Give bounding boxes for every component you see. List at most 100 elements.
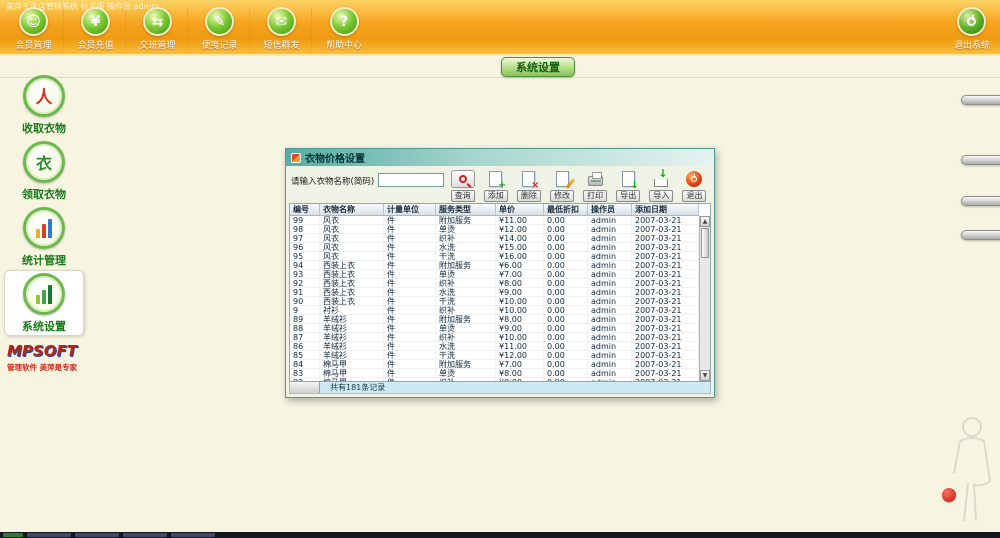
cell-add-date: 2007-03-21 <box>632 342 699 350</box>
vertical-scrollbar[interactable]: ▲ ▼ <box>699 216 710 381</box>
table-row[interactable]: 89 羊绒衫 件 附加服务 ¥8.00 0.00 admin 2007-03-2… <box>290 315 699 324</box>
taskbar[interactable] <box>0 532 1000 538</box>
cell-operator: admin <box>588 297 632 305</box>
cell-price: ¥10.00 <box>496 333 544 341</box>
cell-unit: 件 <box>384 378 436 381</box>
table-row[interactable]: 98 风衣 件 单烫 ¥12.00 0.00 admin 2007-03-21 <box>290 225 699 234</box>
stats-chart-icon <box>23 207 65 249</box>
cell-operator: admin <box>588 243 632 251</box>
column-header[interactable]: 服务类型 <box>436 204 496 215</box>
table-row[interactable]: 85 羊绒衫 件 干洗 ¥12.00 0.00 admin 2007-03-21 <box>290 351 699 360</box>
table-row[interactable]: 82 棉马甲 件 织补 ¥9.00 0.00 admin 2007-03-21 <box>290 378 699 381</box>
cell-clothing-name: 羊绒衫 <box>320 315 384 323</box>
table-row[interactable]: 95 风衣 件 干洗 ¥16.00 0.00 admin 2007-03-21 <box>290 252 699 261</box>
button-label: 修改 <box>550 190 574 202</box>
column-header[interactable]: 操作员 <box>588 204 632 215</box>
binder-ring <box>961 95 1000 105</box>
cell-service-type: 单烫 <box>436 270 496 278</box>
column-header[interactable]: 单价 <box>496 204 544 215</box>
cell-clothing-name: 衬衫 <box>320 306 384 314</box>
brand-logo: MPSOFT 管理软件 美萍是专家 <box>7 342 91 373</box>
table-row[interactable]: 84 棉马甲 件 附加服务 ¥7.00 0.00 admin 2007-03-2… <box>290 360 699 369</box>
cell-operator: admin <box>588 324 632 332</box>
cell-clothing-name: 风衣 <box>320 252 384 260</box>
exit-system-button[interactable]: 退出系统 <box>954 7 990 51</box>
cell-operator: admin <box>588 252 632 260</box>
column-header[interactable]: 计量单位 <box>384 204 436 215</box>
table-row[interactable]: 96 风衣 件 水洗 ¥15.00 0.00 admin 2007-03-21 <box>290 243 699 252</box>
sidebar-item-collect-clothes[interactable]: 衣 领取衣物 <box>4 138 84 204</box>
column-header[interactable]: 衣物名称 <box>320 204 384 215</box>
table-row[interactable]: 93 西装上衣 件 单烫 ¥7.00 0.00 admin 2007-03-21 <box>290 270 699 279</box>
cell-clothing-name: 羊绒衫 <box>320 351 384 359</box>
cell-price: ¥10.00 <box>496 297 544 305</box>
table-row[interactable]: 87 羊绒衫 件 织补 ¥10.00 0.00 admin 2007-03-21 <box>290 333 699 342</box>
print-button[interactable]: 打印 <box>581 170 610 202</box>
sidebar-item-receive-clothes[interactable]: 人 收取衣物 <box>4 72 84 138</box>
scroll-up-arrow-icon[interactable]: ▲ <box>700 216 710 227</box>
column-header[interactable]: 最低折扣 <box>544 204 588 215</box>
scroll-down-arrow-icon[interactable]: ▼ <box>700 370 710 381</box>
taskbar-item <box>171 533 215 537</box>
table-row[interactable]: 99 风衣 件 附加服务 ¥11.00 0.00 admin 2007-03-2… <box>290 216 699 225</box>
table-row[interactable]: 86 羊绒衫 件 水洗 ¥11.00 0.00 admin 2007-03-21 <box>290 342 699 351</box>
cell-min-discount: 0.00 <box>544 243 588 251</box>
cell-number: 9 <box>290 306 320 314</box>
cell-service-type: 附加服务 <box>436 216 496 224</box>
delete-button[interactable]: × 删除 <box>514 170 543 202</box>
dialog-titlebar[interactable]: 衣物价格设置 <box>286 149 714 166</box>
cell-price: ¥8.00 <box>496 315 544 323</box>
taskbar-item <box>3 533 23 537</box>
cell-unit: 件 <box>384 225 436 233</box>
search-input[interactable] <box>378 173 444 187</box>
toolbar-item-sms[interactable]: ✉ 短信群发 <box>258 7 312 51</box>
cell-service-type: 干洗 <box>436 297 496 305</box>
table-row[interactable]: 83 棉马甲 件 单烫 ¥8.00 0.00 admin 2007-03-21 <box>290 369 699 378</box>
column-header[interactable]: 编号 <box>290 204 320 215</box>
sidebar-item-statistics[interactable]: 统计管理 <box>4 204 84 270</box>
sidebar-item-system-settings[interactable]: 系统设置 <box>4 270 84 336</box>
import-button[interactable]: ↓ 导入 <box>647 170 676 202</box>
toolbar-item-member-management[interactable]: ☺ 会员管理 <box>10 7 64 51</box>
price-table: 编号 衣物名称 计量单位 服务类型 单价 最低折扣 操作员 添加日期 99 风衣… <box>289 203 711 382</box>
cell-add-date: 2007-03-21 <box>632 351 699 359</box>
search-icon <box>451 170 475 188</box>
add-button[interactable]: + 添加 <box>481 170 510 202</box>
table-row[interactable]: 91 西装上衣 件 水洗 ¥9.00 0.00 admin 2007-03-21 <box>290 288 699 297</box>
edit-button[interactable]: 修改 <box>547 170 576 202</box>
scrollbar-thumb[interactable] <box>701 228 709 258</box>
sidebar-item-label: 统计管理 <box>22 252 66 268</box>
cell-add-date: 2007-03-21 <box>632 243 699 251</box>
toolbar-item-label: 帮助中心 <box>326 38 362 51</box>
table-row[interactable]: 88 羊绒衫 件 单烫 ¥9.00 0.00 admin 2007-03-21 <box>290 324 699 333</box>
cell-number: 83 <box>290 369 320 377</box>
dialog-title: 衣物价格设置 <box>305 150 365 165</box>
table-row[interactable]: 94 西装上衣 件 附加服务 ¥6.00 0.00 admin 2007-03-… <box>290 261 699 270</box>
export-button[interactable]: ↓ 导出 <box>614 170 643 202</box>
cell-operator: admin <box>588 234 632 242</box>
toolbar-item-label: 短信群发 <box>263 38 299 51</box>
cell-operator: admin <box>588 351 632 359</box>
dialog-icon <box>291 153 301 163</box>
app-window: 美萍干洗店管理系统 标准版 操作员:admin ☺ 会员管理 ¥ 会员充值 ⇆ … <box>0 0 1000 538</box>
cell-clothing-name: 西装上衣 <box>320 261 384 269</box>
query-button[interactable]: 查询 <box>448 170 477 202</box>
table-row[interactable]: 90 西装上衣 件 干洗 ¥10.00 0.00 admin 2007-03-2… <box>290 297 699 306</box>
cell-operator: admin <box>588 225 632 233</box>
cell-operator: admin <box>588 261 632 269</box>
toolbar-item-shift-management[interactable]: ⇆ 交班管理 <box>134 7 188 51</box>
toolbar-item-member-recharge[interactable]: ¥ 会员充值 <box>72 7 126 51</box>
column-header[interactable]: 添加日期 <box>632 204 699 215</box>
tab-system-settings[interactable]: 系统设置 <box>501 57 575 77</box>
cell-clothing-name: 棉马甲 <box>320 378 384 381</box>
table-row[interactable]: 92 西装上衣 件 织补 ¥8.00 0.00 admin 2007-03-21 <box>290 279 699 288</box>
toolbar-item-notes[interactable]: ✎ 便笺记录 <box>196 7 250 51</box>
cell-number: 86 <box>290 342 320 350</box>
toolbar-item-help-center[interactable]: ? 帮助中心 <box>320 7 374 51</box>
close-button[interactable]: 退出 <box>680 170 709 202</box>
cell-unit: 件 <box>384 270 436 278</box>
cell-unit: 件 <box>384 252 436 260</box>
table-row[interactable]: 97 风衣 件 织补 ¥14.00 0.00 admin 2007-03-21 <box>290 234 699 243</box>
cell-clothing-name: 西装上衣 <box>320 270 384 278</box>
table-row[interactable]: 9 衬衫 件 织补 ¥10.00 0.00 admin 2007-03-21 <box>290 306 699 315</box>
